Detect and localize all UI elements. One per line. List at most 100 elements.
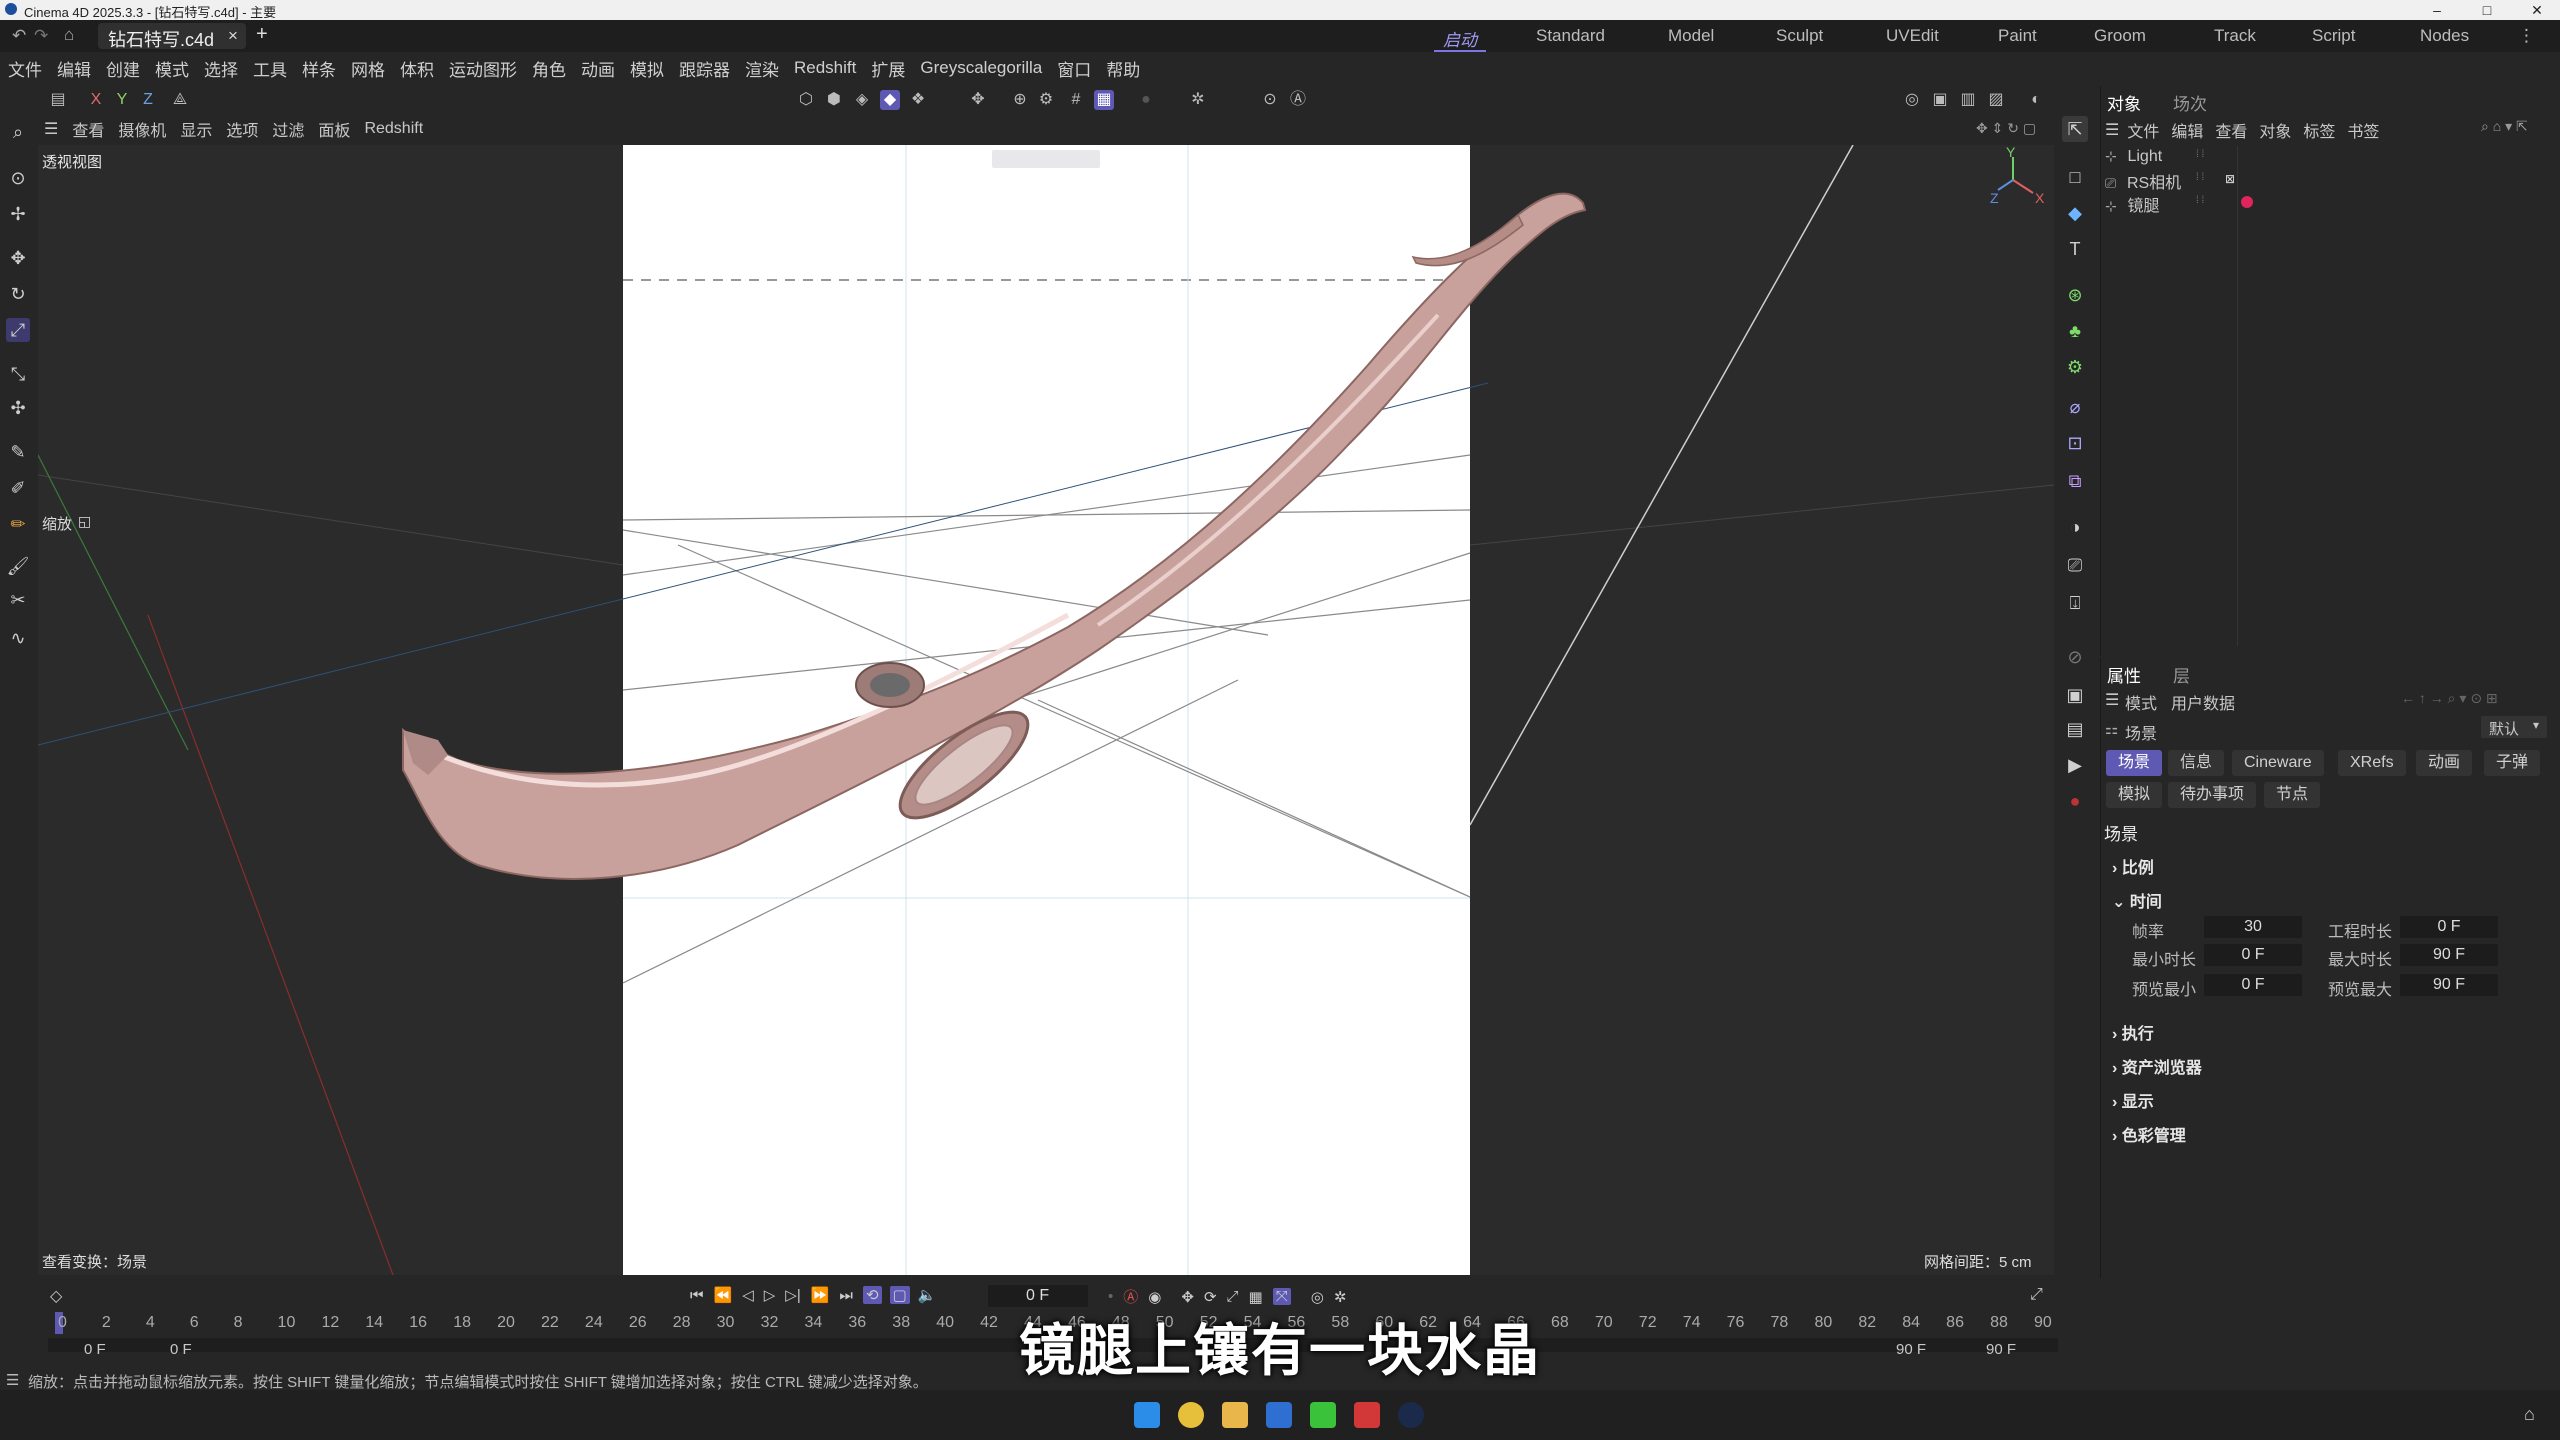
expand-timeline-icon[interactable]: ⤢ [2030,1286,2043,1304]
project-length-field[interactable]: 0 F [2400,916,2498,938]
layout-tab-uvedit[interactable]: UVEdit [1886,26,1939,46]
group-scale[interactable]: › 比例 [2112,854,2154,878]
layout-tab-nodes[interactable]: Nodes [2420,26,2469,46]
viewport-menu-display[interactable]: 显示 [180,117,212,141]
fps-field[interactable]: 30 [2204,916,2302,938]
material-icon[interactable]: ⊘ [2062,644,2088,670]
menu-tracker[interactable]: 跟踪器 [679,56,730,81]
key-position-icon[interactable]: ✥ [1181,1288,1194,1306]
key-rotation-icon[interactable]: ⟳ [1204,1288,1217,1306]
layout-tab-model[interactable]: Model [1668,26,1714,46]
menu-window[interactable]: 窗口 [1057,56,1091,81]
scale-tool-icon[interactable]: ⤢ [6,318,30,342]
menu-mesh[interactable]: 网格 [351,56,385,81]
menu-help[interactable]: 帮助 [1106,56,1140,81]
viewport-menu-filter[interactable]: 过滤 [272,117,304,141]
redshift-icon[interactable]: ● [2062,788,2088,814]
menu-mode[interactable]: 模式 [155,56,189,81]
tab-takes[interactable]: 场次 [2173,90,2207,115]
min-length-field[interactable]: 0 F [2204,944,2302,966]
object-manager-icon[interactable]: ⇱ [2062,116,2088,142]
ipr-icon[interactable]: ◐ [2026,90,2046,110]
home-icon[interactable]: ⌂ [64,25,74,45]
green-app-icon[interactable] [1310,1402,1336,1428]
axis-mode-icon[interactable]: ✥ [968,90,988,110]
render-view-icon[interactable]: ◎ [1902,90,1922,110]
windows-start-icon[interactable] [1134,1402,1160,1428]
viewport-menu-panel[interactable]: 面板 [318,117,350,141]
key-dot-icon[interactable]: • [1108,1288,1113,1305]
workplane-icon[interactable]: ▦ [1094,90,1114,110]
menu-greyscalegorilla[interactable]: Greyscalegorilla [920,58,1042,78]
effector-icon[interactable]: ⚙ [2062,354,2088,380]
minimize-button[interactable]: – [2414,0,2460,20]
layout-tab-standard[interactable]: Standard [1536,26,1605,46]
rotate-tool-icon[interactable]: ↻ [6,282,30,306]
group-execution[interactable]: › 执行 [2112,1020,2154,1044]
move-multiple-icon[interactable]: ✣ [6,396,30,420]
points-mode-icon[interactable]: ⬡ [796,90,816,110]
preview-max-field[interactable]: 90 F [2400,974,2498,996]
chip-scene[interactable]: 场景 [2106,750,2163,776]
undo-icon[interactable]: ↶ [12,26,26,46]
key-pla-icon[interactable]: ⤧ [1272,1288,1291,1305]
search-icon[interactable]: ⌕ [6,120,30,144]
file-tab[interactable]: 钻石特写.c4d × [98,23,246,50]
preview-min-field[interactable]: 0 F [2204,974,2302,996]
red-app-icon[interactable] [1354,1402,1380,1428]
spline-tools-icon[interactable]: ✏ [6,512,30,536]
group-asset-browser[interactable]: › 资产浏览器 [2112,1054,2202,1078]
snap-icon[interactable]: ⊕ [1010,90,1030,110]
grid-snap-icon[interactable]: # [1066,90,1086,110]
om-hamburger-icon[interactable]: ☰ [2105,120,2119,140]
chip-info[interactable]: 信息 [2168,750,2225,776]
om-menu-edit[interactable]: 编辑 [2171,118,2203,142]
polygons-mode-icon[interactable]: ◈ [852,90,872,110]
generator-icon[interactable]: ⊛ [2062,282,2088,308]
layout-tab-track[interactable]: Track [2214,26,2256,46]
visibility-dots-icon[interactable]: ⁞ ⁞ [2196,172,2204,183]
spline-pen-icon[interactable]: ✎ [6,440,30,464]
viewport-menu-camera[interactable]: 摄像机 [118,117,166,141]
panel-icon[interactable]: ▤ [48,90,68,110]
render-region-icon[interactable]: Ⓐ [1288,90,1308,110]
om-menu-tags[interactable]: 标签 [2303,118,2335,142]
symmetry-icon[interactable]: ✲ [1188,90,1208,110]
om-menu-view[interactable]: 查看 [2215,118,2247,142]
lock-icon[interactable]: ⊙ [1260,90,1280,110]
knife-icon[interactable]: ✂ [6,588,30,612]
cube-icon[interactable]: ◆ [2062,200,2088,226]
menu-file[interactable]: 文件 [8,56,42,81]
menu-animate[interactable]: 动画 [581,56,615,81]
key-param-icon[interactable]: ▦ [1249,1288,1263,1306]
group-time[interactable]: ⌄ 时间 [2112,888,2162,912]
go-to-end-icon[interactable]: ⏭ [839,1287,853,1304]
autokey-icon[interactable]: Ⓐ [1123,1286,1138,1307]
motion-clip-icon[interactable]: ◎ [1311,1288,1324,1306]
close-tab-icon[interactable]: × [228,26,238,46]
object-row[interactable]: ⊹ 镜腿 [2105,192,2405,215]
visibility-dots-icon[interactable]: ⁞ ⁞ [2196,195,2204,206]
layout-tab-groom[interactable]: Groom [2094,26,2146,46]
transform-tool-icon[interactable]: ⤡ [6,362,30,386]
move-tool-icon[interactable]: ✥ [6,246,30,270]
max-length-field[interactable]: 90 F [2400,944,2498,966]
light-tool-icon[interactable]: ⍗ [2062,590,2088,616]
preview-range-icon[interactable]: ▢ [889,1286,910,1304]
menu-create[interactable]: 创建 [106,56,140,81]
z-axis-toggle[interactable]: Z [138,90,158,110]
next-key-icon[interactable]: ⏩ [811,1286,830,1304]
record-icon[interactable]: ◉ [1148,1288,1161,1306]
close-window-button[interactable]: ✕ [2514,0,2560,20]
chip-bullet[interactable]: 子弹 [2484,750,2541,776]
layout-tab-paint[interactable]: Paint [1998,26,2037,46]
play-icon[interactable]: ▷ [764,1286,776,1304]
attr-hamburger-icon[interactable]: ☰ [2105,690,2119,710]
chip-xrefs[interactable]: XRefs [2338,750,2406,776]
key-scale-icon[interactable]: ⤢ [1227,1288,1239,1305]
layout-tab-script[interactable]: Script [2312,26,2355,46]
text-icon[interactable]: T [2062,236,2088,262]
cube-outline-icon[interactable]: □ [2062,164,2088,190]
viewport-nav-icons[interactable]: ✥ ⇕ ↻ ▢ [1976,120,2036,137]
chip-nodes[interactable]: 节点 [2264,782,2321,808]
